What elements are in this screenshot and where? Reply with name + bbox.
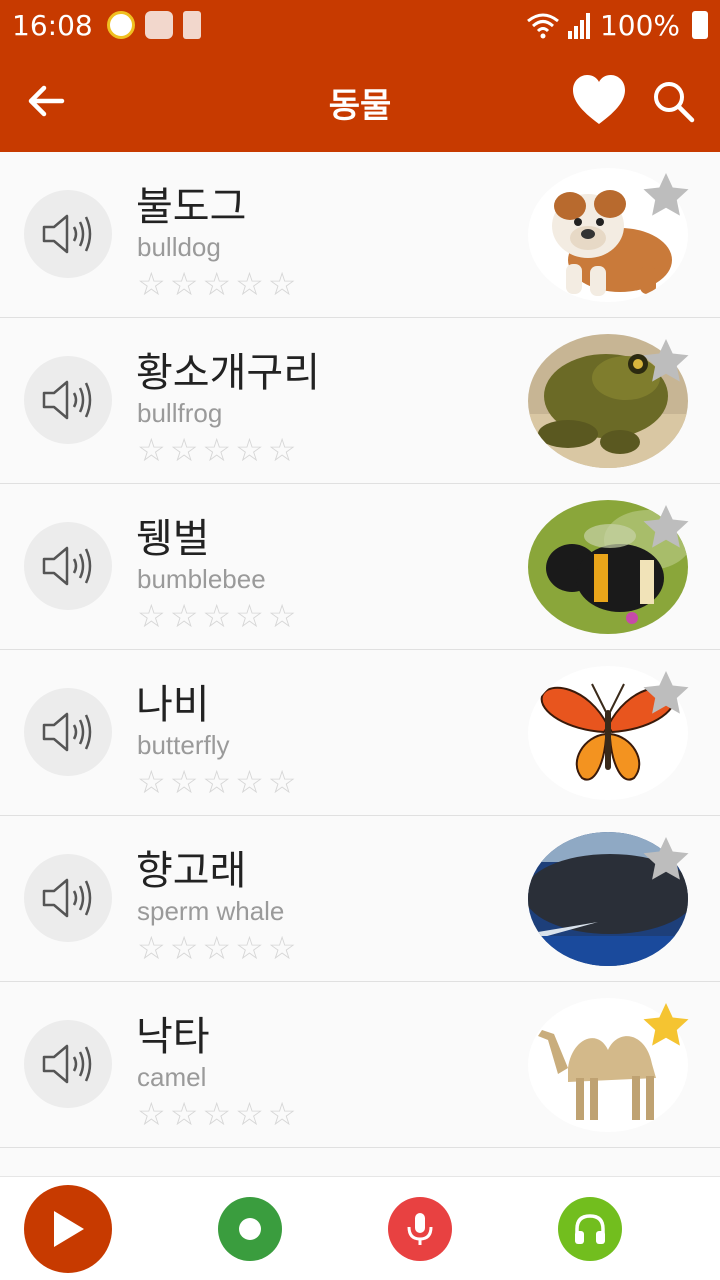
star-outline-icon[interactable]: ☆ <box>202 268 231 300</box>
record-dot-icon <box>239 1218 261 1240</box>
word-english: bumblebee <box>137 564 266 594</box>
star-outline-icon[interactable]: ☆ <box>137 268 166 300</box>
star-outline-icon[interactable]: ☆ <box>170 1098 199 1130</box>
word-english: sperm whale <box>137 896 285 926</box>
favorite-star-icon[interactable] <box>640 336 692 388</box>
star-outline-icon[interactable]: ☆ <box>235 600 264 632</box>
list-item[interactable]: 불도그 bulldog ☆ ☆ ☆ ☆ ☆ <box>0 152 720 318</box>
word-korean: 황소개구리 <box>136 350 320 396</box>
star-outline-icon[interactable]: ☆ <box>235 1098 264 1130</box>
speaker-icon[interactable] <box>24 1020 112 1108</box>
globe-app-icon <box>106 11 135 39</box>
star-outline-icon[interactable]: ☆ <box>202 600 231 632</box>
favorite-star-icon[interactable] <box>640 668 692 720</box>
star-outline-icon[interactable]: ☆ <box>137 1098 166 1130</box>
word-english: butterfly <box>137 730 230 760</box>
star-rating[interactable]: ☆ ☆ ☆ ☆ ☆ <box>137 932 296 964</box>
speaker-icon[interactable] <box>24 854 112 942</box>
star-outline-icon[interactable]: ☆ <box>235 932 264 964</box>
play-button[interactable] <box>24 1185 112 1273</box>
microphone-button[interactable] <box>388 1197 452 1261</box>
clock-app-icon <box>144 11 173 39</box>
star-outline-icon[interactable]: ☆ <box>170 766 199 798</box>
star-outline-icon[interactable]: ☆ <box>268 268 297 300</box>
star-outline-icon[interactable]: ☆ <box>202 434 231 466</box>
star-rating[interactable]: ☆ ☆ ☆ ☆ ☆ <box>137 766 296 798</box>
list-item[interactable]: 뒝벌 bumblebee ☆ ☆ ☆ ☆ ☆ <box>0 484 720 650</box>
record-button[interactable] <box>218 1197 282 1261</box>
star-rating[interactable]: ☆ ☆ ☆ ☆ ☆ <box>137 268 296 300</box>
headphones-icon <box>575 1214 605 1244</box>
battery-percent: 100% <box>599 8 680 42</box>
favorite-star-icon[interactable] <box>640 502 692 554</box>
word-english: camel <box>137 1062 207 1092</box>
word-korean: 불도그 <box>136 184 247 230</box>
star-rating[interactable]: ☆ ☆ ☆ ☆ ☆ <box>137 1098 296 1130</box>
star-outline-icon[interactable]: ☆ <box>170 268 199 300</box>
star-outline-icon[interactable]: ☆ <box>170 434 199 466</box>
speaker-icon[interactable] <box>24 522 112 610</box>
vocabulary-list: 불도그 bulldog ☆ ☆ ☆ ☆ ☆ 황소개구리 bullfrog ☆ ☆… <box>0 152 720 1176</box>
speaker-icon[interactable] <box>24 356 112 444</box>
headphones-button[interactable] <box>558 1197 622 1261</box>
status-bar: 16:08 100% <box>0 0 720 50</box>
word-korean: 나비 <box>136 682 210 728</box>
list-item[interactable]: 황소개구리 bullfrog ☆ ☆ ☆ ☆ ☆ <box>0 318 720 484</box>
star-outline-icon[interactable]: ☆ <box>137 600 166 632</box>
star-outline-icon[interactable]: ☆ <box>268 600 297 632</box>
star-outline-icon[interactable]: ☆ <box>202 766 231 798</box>
heart-icon[interactable] <box>570 72 628 130</box>
list-item[interactable]: 나비 butterfly ☆ ☆ ☆ ☆ ☆ <box>0 650 720 816</box>
word-english: bulldog <box>137 232 221 262</box>
star-outline-icon[interactable]: ☆ <box>170 600 199 632</box>
word-korean: 낙타 <box>136 1014 210 1060</box>
word-english: bullfrog <box>137 398 223 428</box>
star-outline-icon[interactable]: ☆ <box>202 932 231 964</box>
list-item[interactable]: 향고래 sperm whale ☆ ☆ ☆ ☆ ☆ <box>0 816 720 982</box>
star-outline-icon[interactable]: ☆ <box>137 932 166 964</box>
star-outline-icon[interactable]: ☆ <box>268 434 297 466</box>
microphone-icon <box>407 1213 433 1245</box>
star-outline-icon[interactable]: ☆ <box>268 1098 297 1130</box>
star-rating[interactable]: ☆ ☆ ☆ ☆ ☆ <box>137 600 296 632</box>
battery-saver-icon <box>182 11 201 39</box>
speaker-icon[interactable] <box>24 688 112 776</box>
star-outline-icon[interactable]: ☆ <box>268 766 297 798</box>
star-outline-icon[interactable]: ☆ <box>235 434 264 466</box>
list-item[interactable]: 낙타 camel ☆ ☆ ☆ ☆ ☆ <box>0 982 720 1148</box>
star-outline-icon[interactable]: ☆ <box>268 932 297 964</box>
star-outline-icon[interactable]: ☆ <box>202 1098 231 1130</box>
bottom-control-bar <box>0 1176 720 1280</box>
star-outline-icon[interactable]: ☆ <box>170 932 199 964</box>
favorite-star-icon[interactable] <box>640 834 692 886</box>
star-outline-icon[interactable]: ☆ <box>235 766 264 798</box>
star-outline-icon[interactable]: ☆ <box>137 766 166 798</box>
star-rating[interactable]: ☆ ☆ ☆ ☆ ☆ <box>137 434 296 466</box>
favorite-star-icon[interactable] <box>640 170 692 222</box>
wifi-icon <box>527 13 559 39</box>
battery-icon <box>692 11 708 39</box>
word-korean: 뒝벌 <box>136 516 210 562</box>
speaker-icon[interactable] <box>24 190 112 278</box>
app-bar: 동물 <box>0 50 720 152</box>
word-korean: 향고래 <box>136 848 247 894</box>
search-icon[interactable] <box>650 78 696 124</box>
favorite-star-icon[interactable] <box>640 1000 692 1052</box>
star-outline-icon[interactable]: ☆ <box>137 434 166 466</box>
signal-icon <box>567 13 590 39</box>
status-time: 16:08 <box>12 8 93 42</box>
star-outline-icon[interactable]: ☆ <box>235 268 264 300</box>
play-icon <box>54 1211 84 1247</box>
